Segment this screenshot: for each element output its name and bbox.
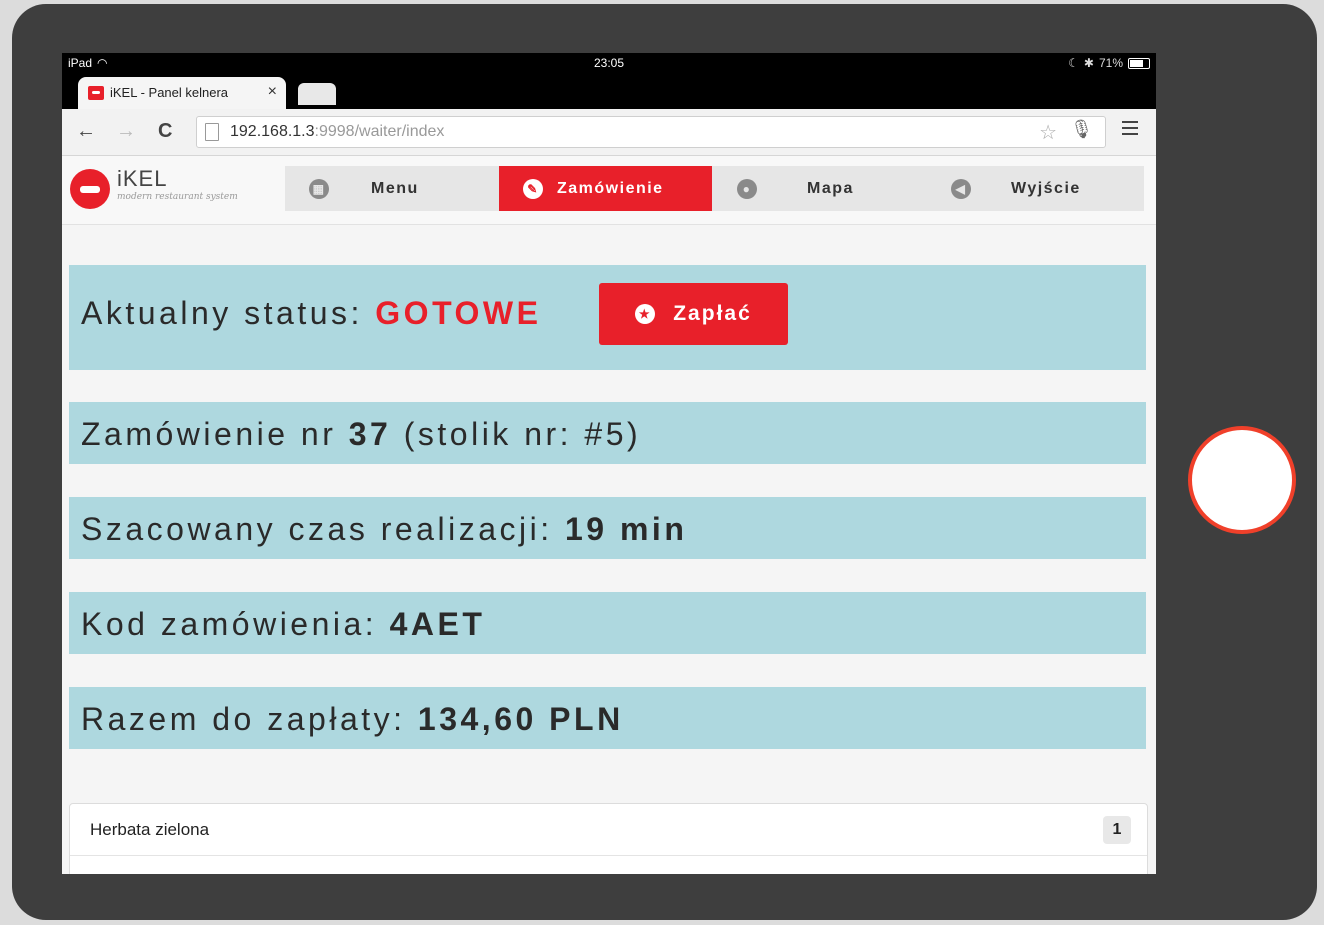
table-number: (stolik nr: #5) (403, 416, 642, 452)
eta-line: Szacowany czas realizacji: 19 min (81, 511, 688, 547)
browser-menu-icon[interactable] (1122, 121, 1138, 139)
status-bar: iPad ◠ 23:05 ☾ ✱ 71% (62, 53, 1156, 73)
star-icon: ★ (635, 304, 656, 324)
item-name: Herbata zielona (90, 820, 210, 839)
favicon-icon (88, 85, 104, 100)
main-nav: ▦ Menu ✎ Zamówienie ● Mapa ◀ Wyjście (285, 166, 1144, 211)
list-item[interactable]: Herbata zielona 1 (70, 804, 1147, 856)
moon-icon: ☾ (1068, 56, 1079, 70)
status-line: Aktualny status: GOTOWE (81, 295, 542, 331)
item-qty-badge: 1 (1103, 816, 1131, 844)
nav-menu-label: Menu (371, 179, 419, 197)
microphone-icon[interactable]: 🎙 (1070, 119, 1093, 140)
nav-wyjscie-label: Wyjście (1011, 179, 1081, 197)
ikel-logo-icon (70, 169, 110, 209)
total-value: 134,60 PLN (417, 701, 624, 737)
order-number: 37 (348, 416, 392, 452)
tab-title: iKEL - Panel kelnera (110, 85, 229, 100)
screen: iPad ◠ 23:05 ☾ ✱ 71% iKEL - Panel kelner… (62, 53, 1156, 874)
pay-button[interactable]: ★ Zapłać (599, 283, 788, 345)
pencil-icon: ✎ (523, 178, 543, 199)
nav-mapa-label: Mapa (807, 179, 854, 197)
bookmark-star-icon[interactable]: ☆ (1039, 120, 1057, 145)
battery-percent: 71% (1098, 56, 1123, 70)
total-line: Razem do zapłaty: 134,60 PLN (81, 701, 624, 737)
back-icon[interactable]: ← (76, 120, 96, 143)
status-badge: GOTOWE (375, 295, 542, 331)
code-panel: Kod zamówienia: 4AET (69, 592, 1146, 654)
order-number-panel: Zamówienie nr 37 (stolik nr: #5) (69, 402, 1146, 464)
browser-tab[interactable]: iKEL - Panel kelnera × (78, 77, 286, 109)
home-button[interactable] (1188, 426, 1296, 534)
reload-icon[interactable]: C (158, 120, 172, 143)
map-pin-icon: ● (737, 178, 757, 199)
nav-menu[interactable]: ▦ Menu (285, 166, 498, 211)
tab-close-icon[interactable]: × (268, 83, 277, 101)
clock: 23:05 (593, 56, 625, 70)
brand-tagline: modern restaurant system (117, 192, 238, 202)
order-number-line: Zamówienie nr 37 (stolik nr: #5) (81, 416, 642, 452)
nav-mapa[interactable]: ● Mapa (713, 166, 926, 211)
eta-value: 19 min (564, 511, 688, 547)
total-panel: Razem do zapłaty: 134,60 PLN (69, 687, 1146, 749)
forward-icon[interactable]: → (116, 120, 136, 143)
grid-globe-icon: ▦ (309, 178, 329, 199)
url-text[interactable]: 192.168.1.3:9998/waiter/index (230, 123, 444, 141)
arrow-left-icon: ◀ (951, 178, 971, 199)
tab-strip: iKEL - Panel kelnera × (62, 73, 1156, 109)
new-tab-button[interactable] (298, 83, 336, 105)
status-panel: Aktualny status: GOTOWE ★ Zapłać (69, 265, 1146, 370)
nav-zamowienie[interactable]: ✎ Zamówienie (499, 166, 712, 211)
browser-toolbar: ← → C 192.168.1.3:9998/waiter/index ☆ 🎙 (62, 109, 1156, 156)
address-bar[interactable]: 192.168.1.3:9998/waiter/index ☆ 🎙 (196, 116, 1106, 148)
nav-wyjscie[interactable]: ◀ Wyjście (927, 166, 1144, 211)
brand-name: iKEL (117, 166, 168, 191)
code-line: Kod zamówienia: 4AET (81, 606, 486, 642)
list-item-cutoff[interactable] (70, 856, 1147, 874)
eta-panel: Szacowany czas realizacji: 19 min (69, 497, 1146, 559)
pay-button-label: Zapłać (673, 302, 752, 325)
page-icon (205, 123, 219, 141)
nav-zamowienie-label: Zamówienie (557, 179, 664, 197)
battery-icon (1128, 57, 1150, 69)
code-value: 4AET (389, 606, 486, 642)
app-header: iKEL modern restaurant system ▦ Menu ✎ Z… (62, 156, 1156, 225)
order-items-list: Herbata zielona 1 (69, 803, 1148, 874)
bluetooth-icon: ✱ (1083, 56, 1094, 70)
